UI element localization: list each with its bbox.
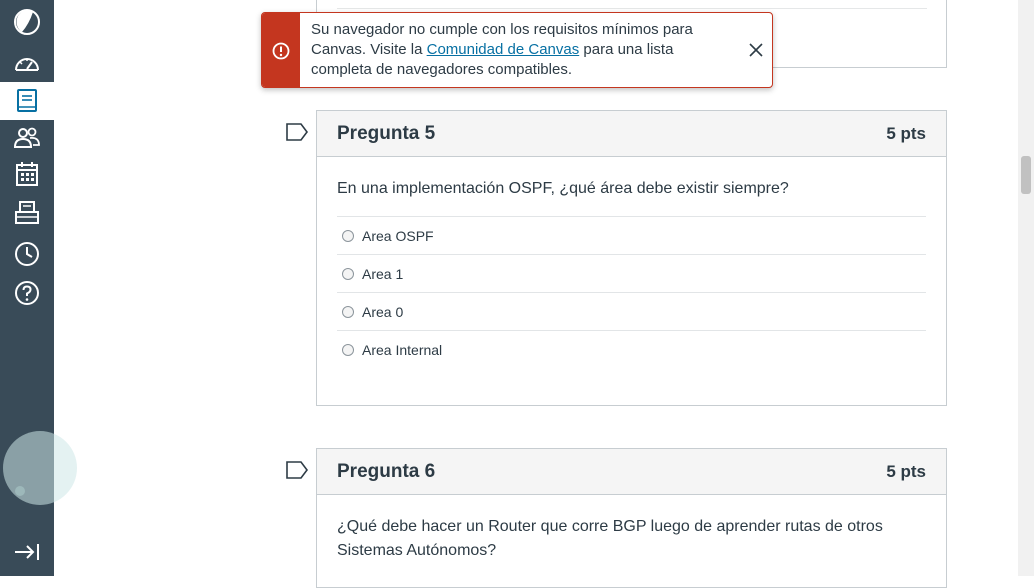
canvas-community-link[interactable]: Comunidad de Canvas <box>427 41 580 58</box>
loading-dot <box>15 486 25 496</box>
groups-nav-item[interactable] <box>0 119 54 157</box>
answer-label: Area OSPF <box>362 227 434 244</box>
page-scrollbar[interactable] <box>1018 0 1034 576</box>
scrollbar-thumb[interactable] <box>1021 156 1031 194</box>
answer-option[interactable]: Area 1 <box>337 254 926 292</box>
close-icon <box>749 43 763 57</box>
answer-option[interactable]: Area OSPF <box>337 216 926 254</box>
dashboard-nav-item[interactable] <box>0 44 54 82</box>
collapse-nav-icon <box>15 544 39 560</box>
question-card: Pregunta 6 5 pts ¿Qué debe hacer un Rout… <box>316 448 947 588</box>
answer-radio[interactable] <box>342 267 354 280</box>
account-nav-item[interactable] <box>0 3 54 41</box>
collapse-nav-button[interactable] <box>0 533 54 571</box>
account-avatar-icon <box>14 9 40 35</box>
history-icon <box>15 242 39 266</box>
alert-icon-bar <box>262 13 300 87</box>
answer-option[interactable]: Area 0 <box>337 292 926 330</box>
calendar-nav-item[interactable] <box>0 155 54 193</box>
courses-nav-item[interactable] <box>0 82 54 120</box>
history-nav-item[interactable] <box>0 235 54 273</box>
flag-question-icon[interactable] <box>286 461 308 479</box>
inbox-icon <box>15 201 39 224</box>
groups-icon <box>13 127 40 148</box>
answer-radio[interactable] <box>342 305 354 318</box>
help-icon <box>15 281 39 305</box>
question-text: En una implementación OSPF, ¿qué área de… <box>337 180 789 197</box>
alert-close-button[interactable] <box>746 40 766 60</box>
warning-icon <box>272 42 290 60</box>
question-header: Pregunta 6 5 pts <box>317 449 946 495</box>
inbox-nav-item[interactable] <box>0 194 54 232</box>
question-text: ¿Qué debe hacer un Router que corre BGP … <box>337 518 883 559</box>
question-points: 5 pts <box>886 123 926 143</box>
dashboard-icon <box>15 58 39 71</box>
loading-overlay <box>3 431 77 505</box>
question-title: Pregunta 6 <box>337 460 436 482</box>
answer-radio[interactable] <box>342 229 354 242</box>
browser-warning-alert: Su navegador no cumple con los requisito… <box>261 12 773 88</box>
answer-radio[interactable] <box>342 343 354 356</box>
alert-message: Su navegador no cumple con los requisito… <box>311 20 731 80</box>
flag-question-icon[interactable] <box>286 123 308 141</box>
courses-icon <box>17 89 37 112</box>
question-header: Pregunta 5 5 pts <box>317 111 946 157</box>
answer-divider <box>337 8 927 9</box>
answer-label: Area Internal <box>362 341 443 358</box>
answer-label: Area 1 <box>362 265 404 282</box>
answer-option[interactable]: Area Internal <box>337 330 926 368</box>
answer-list: Area OSPF Area 1 Area 0 Area Internal <box>337 216 926 368</box>
question-points: 5 pts <box>886 461 926 481</box>
calendar-icon <box>16 162 38 186</box>
question-card: Pregunta 5 5 pts En una implementación O… <box>316 110 947 406</box>
question-title: Pregunta 5 <box>337 122 436 144</box>
answer-label: Area 0 <box>362 303 404 320</box>
help-nav-item[interactable] <box>0 274 54 312</box>
global-navigation <box>0 0 77 576</box>
